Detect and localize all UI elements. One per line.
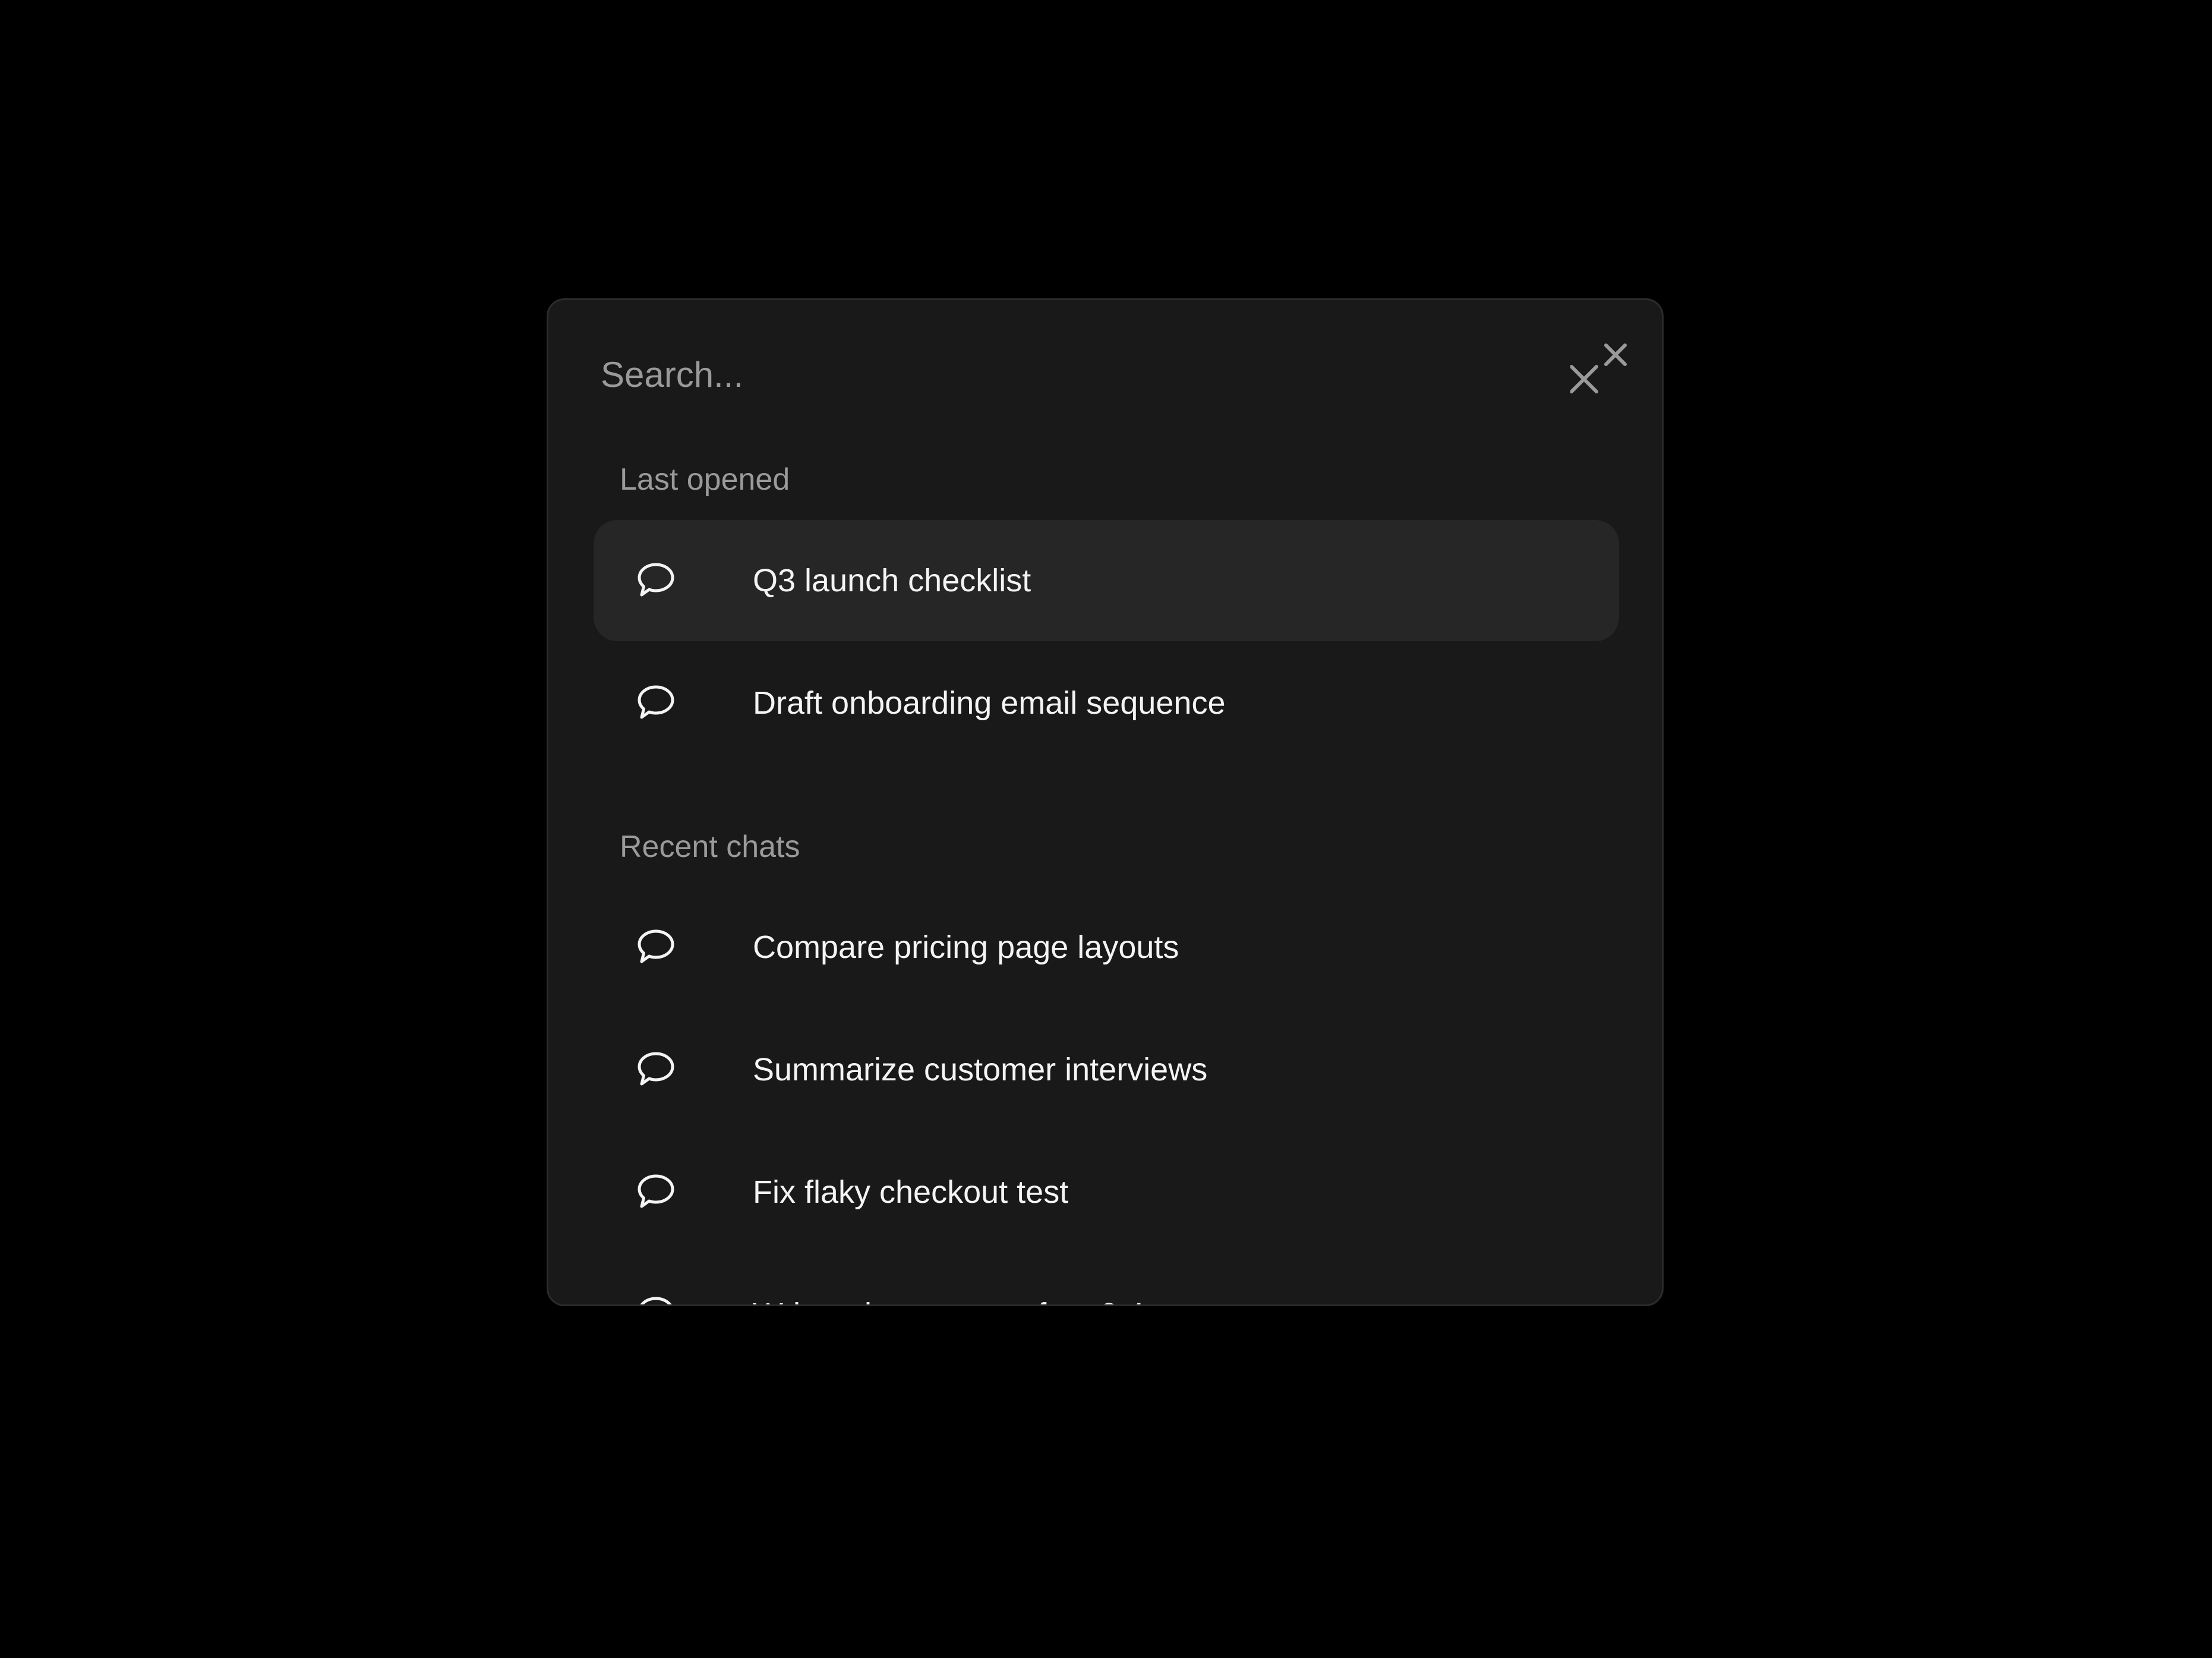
- list-item[interactable]: Q3 launch checklist: [594, 520, 1619, 641]
- list-item-label: Compare pricing page layouts: [753, 929, 1179, 965]
- list-item-label: Fix flaky checkout test: [753, 1174, 1069, 1210]
- section-heading-recent-chats: Recent chats: [620, 830, 800, 864]
- close-button[interactable]: [1570, 338, 1648, 404]
- chat-bubble-icon: [636, 684, 676, 721]
- list-item[interactable]: Fix flaky checkout test: [594, 1131, 1619, 1253]
- search-modal: Last opened Q3 launch checklist Draft on…: [547, 298, 1664, 1306]
- chat-bubble-icon: [636, 562, 676, 598]
- list-item-label: Draft onboarding email sequence: [753, 685, 1226, 721]
- list-item-label: Write release notes for v2.4: [753, 1295, 1144, 1304]
- list-item-label: Summarize customer interviews: [753, 1052, 1208, 1088]
- chat-bubble-icon: [636, 1295, 676, 1304]
- search-input[interactable]: [601, 342, 1492, 407]
- chat-bubble-icon: [636, 1051, 676, 1088]
- chat-bubble-icon: [636, 928, 676, 965]
- search-bar: [548, 300, 1662, 443]
- list-item[interactable]: Draft onboarding email sequence: [594, 642, 1619, 764]
- section-heading-last-opened: Last opened: [620, 462, 790, 497]
- list-item[interactable]: Compare pricing page layouts: [594, 887, 1619, 1008]
- list-item[interactable]: Summarize customer interviews: [594, 1009, 1619, 1130]
- list-item[interactable]: Write release notes for v2.4: [594, 1254, 1619, 1304]
- list-item-label: Q3 launch checklist: [753, 563, 1031, 598]
- chat-bubble-icon: [636, 1173, 676, 1210]
- close-icon: [1570, 343, 1627, 393]
